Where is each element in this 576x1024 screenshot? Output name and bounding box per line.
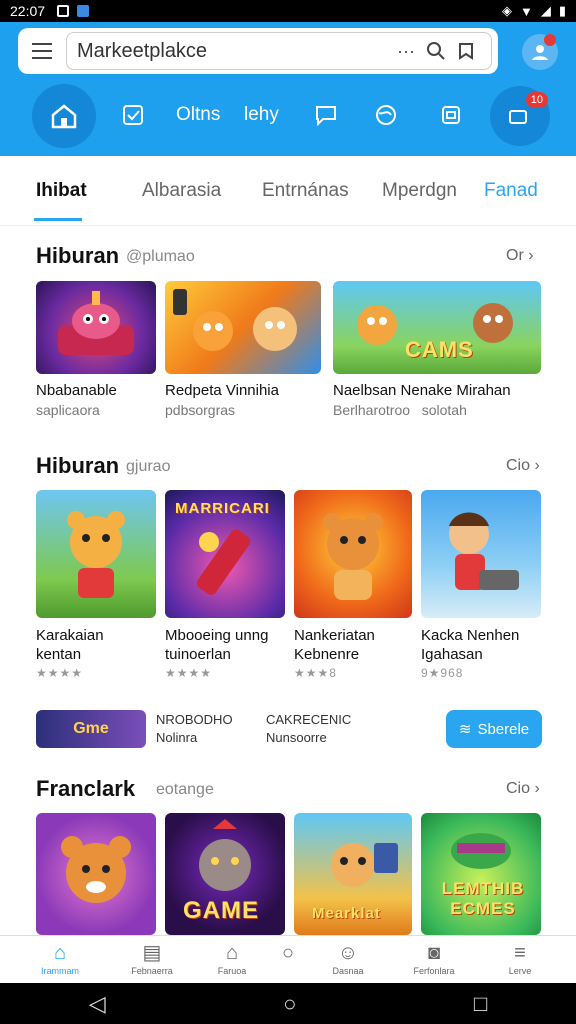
see-more-link[interactable]: Cio › — [506, 457, 540, 475]
game-thumbnail[interactable] — [36, 490, 156, 618]
bottom-nav-item[interactable]: ☺ Dasnaa — [318, 942, 378, 976]
game-thumbnail[interactable]: LEMTHIB ECMES — [421, 813, 541, 935]
system-navigation: ◁ ○ □ — [0, 983, 576, 1024]
rating-stars: ★★★★ — [36, 666, 84, 680]
profile-icon: ☺ — [337, 942, 359, 964]
back-icon[interactable]: ◁ — [89, 991, 106, 1017]
bottom-nav-item[interactable]: ◙ Ferfonlara — [404, 942, 464, 976]
card-title-2: Kebnenre — [294, 646, 360, 663]
rating-stars: ★★★★ — [165, 666, 213, 680]
document-icon: ▤ — [142, 942, 162, 964]
game-thumbnail[interactable] — [294, 490, 412, 618]
card-subtitle: Berlharotroo solotah — [333, 402, 467, 418]
home-icon: ⌂ — [53, 942, 67, 964]
menu-icon[interactable] — [18, 28, 66, 74]
card-title: Redpeta Vinnihia — [165, 382, 279, 399]
section-title: Hiburan — [36, 453, 120, 478]
card-title: Karakaian — [36, 627, 104, 644]
store-icon: ⌂ — [225, 942, 239, 964]
notification-dot — [544, 34, 556, 46]
promo-action-button[interactable]: ≋ Sberele — [446, 710, 542, 748]
search-bar: Markeetplakce ··· — [18, 28, 498, 74]
nav-item-2[interactable]: lehy — [244, 98, 279, 132]
game-thumbnail[interactable] — [36, 813, 156, 935]
promo-line: NROBODHO — [156, 712, 233, 727]
promo-line: Nunsoorre — [266, 730, 327, 745]
profile-avatar[interactable] — [522, 34, 558, 70]
bottom-nav-item[interactable]: ○ — [258, 942, 318, 966]
status-icons: ◈ ▼ ◢ ▮ — [502, 3, 566, 19]
layers-icon: ≋ — [458, 721, 472, 738]
section-title: Franclark — [36, 776, 136, 801]
section-title: Hiburan — [36, 243, 120, 268]
card-title: Naelbsan Nenake Mirahan — [333, 382, 511, 399]
tab-1[interactable]: Albarasia — [142, 180, 221, 202]
rating-stars: ★★★8 — [294, 666, 337, 680]
store-icon[interactable] — [440, 98, 462, 132]
inbox-icon[interactable]: 10 — [490, 86, 550, 146]
chat-icon[interactable] — [314, 98, 338, 132]
bottom-nav-item[interactable]: ≡ Lerve — [490, 942, 550, 976]
see-more-link[interactable]: Cio › — [506, 780, 540, 798]
bottom-nav-item[interactable]: ▤ Febnaerra — [122, 942, 182, 976]
card-title: Nbabanable — [36, 382, 117, 399]
wifi-icon: ▼ — [519, 3, 533, 19]
card-title-2: tuinoerlan — [165, 646, 231, 663]
promo-line: Nolinra — [156, 730, 198, 745]
signal-icon: ◢ — [540, 3, 551, 18]
game-thumbnail[interactable]: MARRICARI — [165, 490, 285, 618]
menu-icon: ≡ — [514, 942, 526, 964]
promo-line: CAKRECENIC — [266, 712, 352, 727]
rating-stars: 9★968 — [421, 666, 464, 680]
nav-item-1[interactable]: Oltns — [176, 98, 220, 132]
game-thumbnail[interactable] — [165, 281, 321, 374]
checklist-icon[interactable] — [122, 98, 144, 132]
bookmark-icon[interactable] — [451, 36, 481, 66]
tab-2[interactable]: Entrnánas — [262, 180, 349, 202]
game-thumbnail[interactable]: Mearklat — [294, 813, 412, 935]
bottom-nav-item[interactable]: ⌂ Faruoa — [202, 942, 262, 976]
game-thumbnail[interactable] — [36, 281, 156, 374]
section-subtitle: @plumao — [126, 248, 195, 265]
vibrate-icon: ◈ — [501, 3, 512, 18]
card-title: Mbooeing unng — [165, 627, 269, 644]
card-title: Nankeriatan — [294, 627, 375, 644]
category-tabs: Ihibat Albarasia Entrnánas Mperdgn Fanad — [0, 156, 576, 226]
search-icon[interactable] — [421, 36, 451, 66]
tab-0[interactable]: Ihibat — [36, 180, 87, 202]
recents-icon[interactable]: □ — [474, 991, 487, 1017]
section-subtitle: eotange — [156, 781, 214, 798]
circle-icon: ○ — [281, 942, 295, 964]
status-bar: 22:07 ◈ ▼ ◢ ▮ — [0, 0, 576, 22]
app-header: Markeetplakce ··· Oltns lehy 10 — [0, 22, 576, 156]
tab-3[interactable]: Mperdgn — [382, 180, 457, 202]
card-subtitle: pdbsorgras — [165, 402, 236, 418]
section-subtitle: gjurao — [126, 458, 171, 475]
globe-icon[interactable] — [374, 98, 400, 132]
bottom-navigation: ⌂ Irammam ▤ Febnaerra ⌂ Faruoa ○ ☺ Dasna… — [0, 935, 576, 983]
notification-icon — [77, 5, 90, 17]
card-title: Kacka Nenhen — [421, 627, 520, 644]
see-more-link[interactable]: Or › — [506, 247, 534, 265]
battery-icon: ▮ — [558, 3, 566, 18]
card-subtitle: saplicaora — [36, 402, 100, 418]
home-button-icon[interactable]: ○ — [283, 991, 296, 1017]
card-title-2: Igahasan — [421, 646, 483, 663]
card-title-2: kentan — [36, 646, 82, 663]
promo-banner[interactable]: Gme — [36, 710, 146, 748]
more-icon[interactable]: ··· — [391, 36, 421, 66]
notification-icon — [57, 5, 70, 17]
bag-icon: ◙ — [427, 942, 441, 964]
game-thumbnail[interactable]: CAMS — [333, 281, 541, 374]
game-thumbnail[interactable]: GAME — [165, 813, 285, 935]
home-icon[interactable] — [32, 84, 96, 148]
quick-nav: Oltns lehy 10 — [0, 84, 576, 148]
bottom-nav-home[interactable]: ⌂ Irammam — [30, 942, 90, 976]
inbox-badge: 10 — [525, 92, 548, 108]
tab-4[interactable]: Fanad — [484, 180, 538, 202]
active-tab-indicator — [34, 218, 82, 221]
game-thumbnail[interactable] — [421, 490, 541, 618]
clock: 22:07 — [10, 3, 46, 19]
search-input[interactable]: Markeetplakce ··· — [66, 32, 492, 70]
